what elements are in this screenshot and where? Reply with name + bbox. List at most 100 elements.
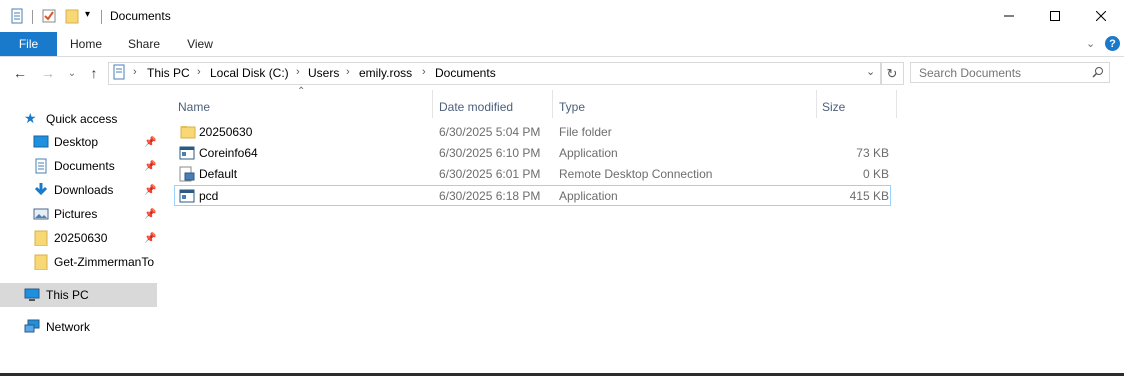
table-row[interactable]: Coreinfo64 6/30/2025 6:10 PM Application…: [174, 143, 891, 163]
column-divider[interactable]: [432, 90, 433, 118]
column-header-size[interactable]: Size: [822, 96, 845, 118]
recent-locations-button[interactable]: ⌄: [63, 64, 81, 82]
table-row[interactable]: pcd 6/30/2025 6:18 PM Application 415 KB: [174, 185, 891, 206]
sidebar-item-label: Downloads: [54, 183, 114, 197]
breadcrumb-separator-icon: ›: [346, 66, 350, 78]
star-icon: ★: [24, 110, 37, 126]
search-icon[interactable]: [1092, 66, 1104, 81]
sidebar-item-label: Pictures: [54, 207, 98, 221]
breadcrumb-separator-icon: ›: [296, 66, 300, 78]
breadcrumb-users[interactable]: Users: [308, 66, 339, 80]
table-row[interactable]: Default 6/30/2025 6:01 PM Remote Desktop…: [174, 164, 891, 184]
application-icon: [179, 146, 195, 160]
breadcrumb-this-pc[interactable]: This PC: [147, 66, 190, 80]
column-divider[interactable]: [816, 90, 817, 118]
ribbon-bar: [0, 32, 1124, 57]
refresh-icon: ↻: [886, 65, 898, 81]
forward-button[interactable]: →: [39, 64, 57, 82]
application-icon: [179, 189, 195, 203]
sidebar-item-documents[interactable]: Documents 📌: [0, 154, 157, 178]
sidebar-item-label: Desktop: [54, 135, 99, 149]
sidebar-item-label: 20250630: [54, 231, 108, 245]
file-date: 6/30/2025 6:10 PM: [439, 146, 541, 160]
tab-share[interactable]: Share: [122, 32, 166, 56]
up-arrow-icon: ↑: [90, 65, 98, 81]
breadcrumb-separator-icon: ›: [133, 66, 137, 78]
sidebar-item-label: Network: [46, 320, 91, 334]
search-input[interactable]: [910, 62, 1110, 83]
column-header-type[interactable]: Type: [559, 96, 585, 118]
refresh-button[interactable]: ↻: [880, 62, 904, 85]
file-name: Default: [199, 167, 238, 181]
desktop-icon: [33, 135, 49, 148]
breadcrumb-documents[interactable]: Documents: [435, 66, 496, 80]
pin-icon: 📌: [144, 208, 157, 220]
properties-icon[interactable]: [9, 8, 25, 27]
maximize-icon: [1050, 11, 1060, 21]
column-divider[interactable]: [552, 90, 553, 118]
table-row[interactable]: 20250630 6/30/2025 5:04 PM File folder: [174, 122, 891, 142]
network-icon: [24, 319, 40, 333]
file-date: 6/30/2025 5:04 PM: [439, 125, 541, 139]
sidebar-item-downloads[interactable]: Downloads 📌: [0, 178, 157, 202]
new-folder-icon[interactable]: [64, 8, 80, 27]
downloads-icon: [34, 183, 48, 196]
folder-icon: [34, 254, 48, 270]
pictures-icon: [33, 208, 49, 220]
column-divider[interactable]: [896, 90, 897, 118]
breadcrumb-separator-icon: ›: [422, 66, 426, 78]
column-header-name[interactable]: Name: [178, 96, 210, 118]
maximize-button[interactable]: [1032, 0, 1078, 32]
breadcrumb-separator-icon: ›: [197, 66, 201, 78]
tab-file[interactable]: File: [0, 32, 57, 56]
sidebar-item-network[interactable]: Network: [0, 315, 157, 339]
ribbon-expand-icon[interactable]: ⌄: [1086, 37, 1095, 50]
folder-icon: [34, 230, 48, 246]
qat-dropdown-icon[interactable]: ▾: [85, 9, 90, 20]
breadcrumb-local-disk[interactable]: Local Disk (C:): [210, 66, 289, 80]
sidebar-item-label: Documents: [54, 159, 115, 173]
back-arrow-icon: ←: [13, 65, 27, 81]
sidebar-item-desktop[interactable]: Desktop 📌: [0, 130, 157, 154]
tab-home[interactable]: Home: [64, 32, 108, 56]
nav-quick-access[interactable]: Quick access: [46, 112, 117, 126]
qat-separator: [101, 10, 102, 24]
file-size: 73 KB: [856, 146, 889, 160]
column-header-date[interactable]: Date modified: [439, 96, 513, 118]
forward-arrow-icon: →: [41, 65, 55, 81]
close-icon: [1096, 11, 1106, 21]
qat-separator: [32, 10, 33, 24]
file-type: Remote Desktop Connection: [559, 167, 713, 181]
folder-icon: [180, 126, 196, 139]
file-date: 6/30/2025 6:01 PM: [439, 167, 541, 181]
file-name: 20250630: [199, 125, 253, 139]
help-icon[interactable]: ?: [1105, 36, 1120, 51]
pin-icon: 📌: [144, 136, 157, 148]
up-button[interactable]: ↑: [85, 64, 103, 82]
sort-ascending-icon: ⌃: [297, 86, 306, 97]
file-size: 415 KB: [849, 189, 889, 203]
file-name: Coreinfo64: [199, 146, 258, 160]
this-pc-icon: [111, 64, 127, 83]
pin-icon: 📌: [144, 160, 157, 172]
documents-icon: [35, 158, 47, 174]
computer-icon: [24, 288, 40, 301]
sidebar-item-pictures[interactable]: Pictures 📌: [0, 202, 157, 226]
file-type: File folder: [559, 125, 612, 139]
breadcrumb-user[interactable]: emily.ross: [359, 66, 412, 80]
pin-icon: 📌: [144, 184, 157, 196]
sidebar-item-20250630[interactable]: 20250630 📌: [0, 226, 157, 250]
minimize-icon: [1004, 15, 1014, 17]
rdp-icon: [179, 166, 195, 182]
file-size: 0 KB: [862, 167, 889, 181]
checkmark-icon[interactable]: [41, 8, 57, 27]
sidebar-item-this-pc[interactable]: This PC: [0, 283, 157, 307]
minimize-button[interactable]: [986, 0, 1032, 32]
file-date: 6/30/2025 6:18 PM: [439, 189, 541, 203]
back-button[interactable]: ←: [11, 64, 29, 82]
sidebar-item-get-zimmerman[interactable]: Get-ZimmermanTo: [0, 250, 157, 274]
close-button[interactable]: [1078, 0, 1124, 32]
tab-view[interactable]: View: [178, 32, 222, 56]
address-dropdown-icon[interactable]: ⌄: [866, 65, 875, 78]
file-type: Application: [559, 146, 618, 160]
